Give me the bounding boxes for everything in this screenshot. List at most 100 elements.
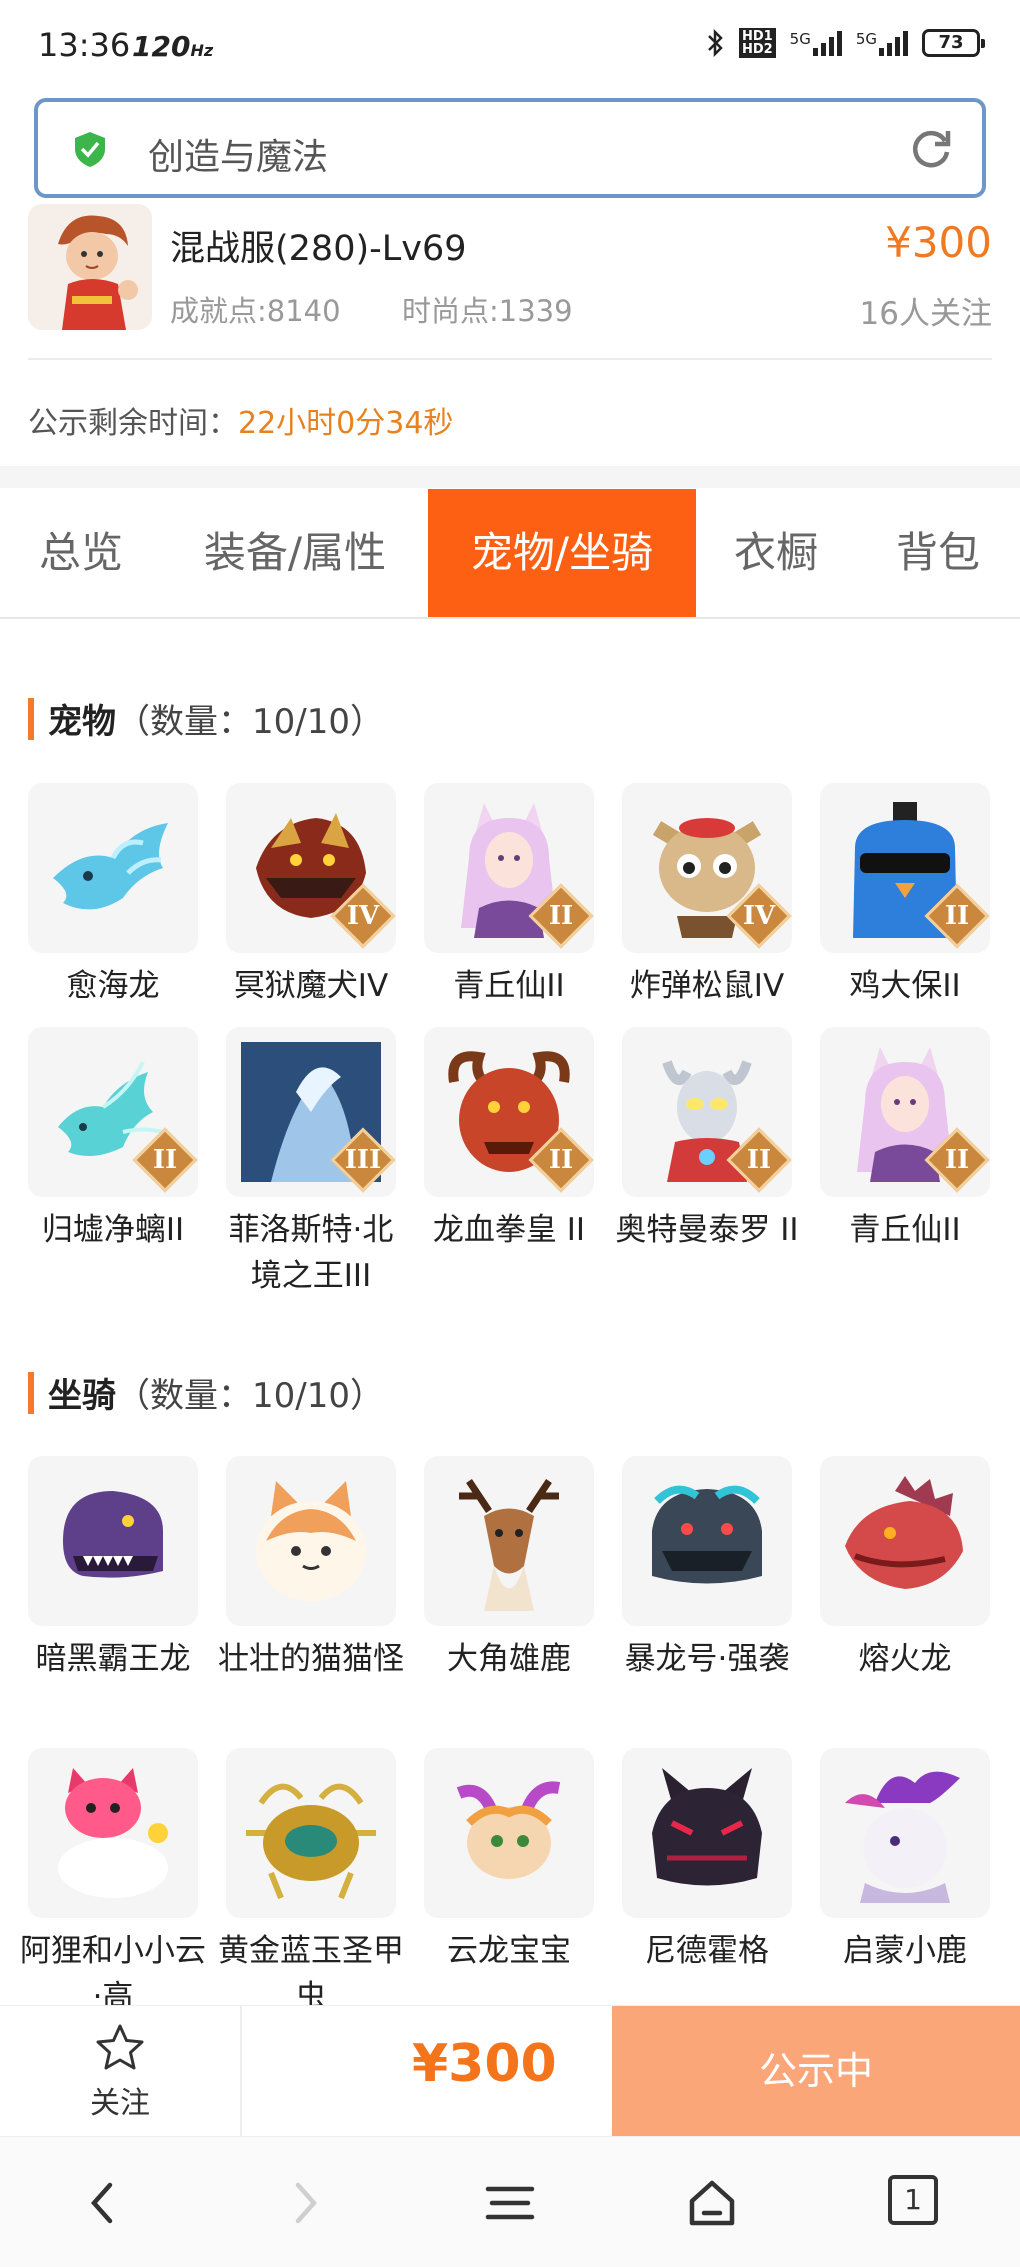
mount-name: 尼德霍格	[645, 1933, 769, 1969]
tab-wardrobe[interactable]: 衣橱	[696, 489, 856, 617]
back-icon[interactable]	[76, 2175, 132, 2231]
pet-name: 青丘仙II	[849, 1212, 961, 1248]
ali-cloud-icon	[28, 1748, 198, 1918]
pet-name: 菲洛斯特·北境之王III	[228, 1212, 394, 1294]
fox-fairy-icon: II	[424, 783, 594, 953]
mount-card[interactable]: 暗黑霸王龙	[14, 1456, 212, 1682]
action-bar: 关注 ¥300 公示中	[0, 2005, 1020, 2136]
fat-cat-icon	[226, 1456, 396, 1626]
tab-bar: 总览 装备/属性 宠物/坐骑 衣橱 背包	[0, 489, 1020, 619]
stag-icon	[424, 1456, 594, 1626]
tab-equipment[interactable]: 装备/属性	[162, 489, 428, 617]
tabs-icon[interactable]: 1	[888, 2175, 944, 2231]
item-title: 混战服(280)-Lv69	[170, 229, 467, 269]
mount-card[interactable]: 大角雄鹿	[410, 1456, 608, 1682]
nidhogg-icon	[622, 1748, 792, 1918]
mount-name: 云龙宝宝	[447, 1933, 571, 1969]
golden-beetle-icon	[226, 1748, 396, 1918]
mount-name: 大角雄鹿	[447, 1641, 571, 1677]
hd-icon: HD1 HD2	[738, 28, 776, 58]
mounts-section-title: 坐骑 （数量：10/10）	[28, 1368, 384, 1417]
tab-bag[interactable]: 背包	[856, 489, 1020, 617]
signal-5g-icon: 5G	[790, 30, 842, 56]
fashion-points: 时尚点:1339	[402, 294, 573, 328]
item-price: ¥300	[885, 218, 992, 267]
mount-card[interactable]: 尼德霍格	[608, 1748, 806, 1974]
ice-king-icon: III	[226, 1027, 396, 1197]
search-bar[interactable]: 创造与魔法	[34, 98, 986, 198]
pet-name: 鸡大保II	[849, 968, 961, 1004]
mount-name: 暗黑霸王龙	[35, 1641, 191, 1677]
pet-card[interactable]: II 青丘仙II	[410, 783, 608, 1009]
pet-card[interactable]: II 鸡大保II	[806, 783, 1004, 1009]
mount-name: 壮壮的猫猫怪	[218, 1641, 404, 1677]
pet-card[interactable]: II 龙血拳皇 II	[410, 1027, 608, 1253]
mount-card[interactable]: 熔火龙	[806, 1456, 1004, 1682]
mount-card[interactable]: 云龙宝宝	[410, 1748, 608, 1974]
pet-name: 奥特曼泰罗 II	[615, 1212, 799, 1248]
countdown-value: 22小时0分34秒	[238, 406, 454, 441]
ultraman-icon: II	[622, 1027, 792, 1197]
cyan-dragon-icon: II	[28, 1027, 198, 1197]
pet-name: 冥狱魔犬IV	[233, 968, 389, 1004]
pet-card[interactable]: IV 冥狱魔犬IV	[212, 783, 410, 1009]
mount-card[interactable]: 暴龙号·强袭	[608, 1456, 806, 1682]
pet-name: 愈海龙	[66, 968, 160, 1004]
refresh-rate: 120Hz	[132, 30, 214, 63]
pet-name: 青丘仙II	[453, 968, 565, 1004]
status-bar: 13:36 120Hz HD1 HD2 5G 5G 73	[0, 0, 1020, 90]
divider	[28, 358, 992, 360]
shield-icon	[75, 132, 105, 167]
refresh-icon[interactable]	[908, 126, 954, 172]
dragon-boxer-icon: II	[424, 1027, 594, 1197]
blue-dragon-icon	[28, 783, 198, 953]
pet-name: 炸弹松鼠IV	[629, 968, 785, 1004]
dark-trex-icon	[28, 1456, 198, 1626]
status-time: 13:36	[38, 26, 131, 64]
browser-nav-bar: 1	[0, 2136, 1020, 2267]
white-deer-icon	[820, 1748, 990, 1918]
tab-overview[interactable]: 总览	[0, 489, 162, 617]
status-button[interactable]: 公示中	[612, 2006, 1020, 2136]
cloud-dragon-icon	[424, 1748, 594, 1918]
menu-icon[interactable]	[482, 2175, 538, 2231]
fox-fairy-icon: II	[820, 1027, 990, 1197]
pet-name: 归墟净螭II	[41, 1212, 185, 1248]
follower-count: 16人关注	[859, 296, 992, 332]
pet-card[interactable]: II 奥特曼泰罗 II	[608, 1027, 806, 1253]
bluetooth-icon	[708, 29, 723, 57]
character-avatar	[28, 204, 152, 330]
mount-card[interactable]: 启蒙小鹿	[806, 1748, 1004, 1974]
mount-card[interactable]: 黄金蓝玉圣甲虫	[212, 1748, 410, 2020]
countdown: 公示剩余时间：22小时0分34秒	[28, 398, 453, 442]
mount-name: 启蒙小鹿	[843, 1933, 967, 1969]
mount-name: 暴龙号·强袭	[624, 1641, 790, 1677]
lava-dragon-icon	[820, 1456, 990, 1626]
pet-card[interactable]: 愈海龙	[14, 783, 212, 1009]
follow-label: 关注	[90, 2086, 150, 2121]
battery-icon: 73	[922, 29, 985, 57]
pet-card[interactable]: IV 炸弹松鼠IV	[608, 783, 806, 1009]
demon-dog-icon: IV	[226, 783, 396, 953]
pet-card[interactable]: II 归墟净螭II	[14, 1027, 212, 1253]
mount-card[interactable]: 阿狸和小小云·高	[14, 1748, 212, 2020]
bottom-price: ¥300	[412, 2034, 557, 2094]
home-icon[interactable]	[684, 2175, 740, 2231]
pet-name: 龙血拳皇 II	[432, 1212, 586, 1248]
star-icon	[96, 2024, 144, 2070]
follow-button[interactable]: 关注	[0, 2006, 242, 2136]
mecha-rex-icon	[622, 1456, 792, 1626]
tab-pets-mounts[interactable]: 宠物/坐骑	[428, 489, 696, 617]
section-gap	[0, 466, 1020, 488]
tab-count: 1	[888, 2175, 938, 2225]
signal-5g-icon: 5G	[856, 30, 908, 56]
pets-section-title: 宠物 （数量：10/10）	[28, 694, 384, 743]
pet-card[interactable]: III 菲洛斯特·北境之王III	[212, 1027, 410, 1299]
mount-card[interactable]: 壮壮的猫猫怪	[212, 1456, 410, 1682]
pet-card[interactable]: II 青丘仙II	[806, 1027, 1004, 1253]
countdown-label: 公示剩余时间：	[28, 406, 238, 441]
search-input[interactable]: 创造与魔法	[148, 128, 328, 180]
forward-icon[interactable]	[276, 2175, 332, 2231]
achievement-points: 成就点:8140	[170, 294, 341, 328]
mount-name: 熔火龙	[858, 1641, 952, 1677]
